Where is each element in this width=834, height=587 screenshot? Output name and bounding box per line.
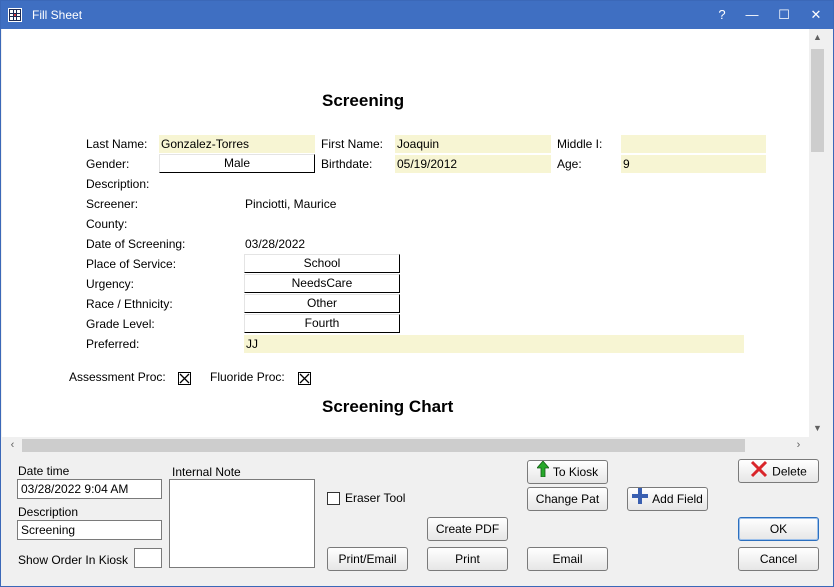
scroll-left-arrow-icon[interactable]: ‹ [4, 437, 21, 454]
assessment-proc-checkbox[interactable] [178, 372, 191, 385]
place-of-service-combo[interactable]: School [244, 254, 400, 273]
date-of-screening-value: 03/28/2022 [245, 237, 306, 251]
place-of-service-label: Place of Service: [86, 257, 177, 271]
description-input[interactable]: Screening [17, 520, 162, 540]
date-time-label: Date time [18, 464, 70, 478]
date-of-screening-label: Date of Screening: [86, 237, 186, 251]
ok-button[interactable]: OK [738, 517, 819, 541]
scroll-up-arrow-icon[interactable]: ▲ [809, 29, 826, 46]
description-bottom-label: Description [18, 505, 79, 519]
middle-initial-field[interactable] [621, 135, 766, 153]
race-ethnicity-label: Race / Ethnicity: [86, 297, 173, 311]
help-button[interactable]: ? [707, 1, 737, 29]
fluoride-proc-label: Fluoride Proc: [210, 370, 285, 384]
fill-sheet-window: Fill Sheet ? — ☐ ✕ Screening Last Name: … [0, 0, 834, 587]
sheet-heading: Screening [322, 91, 405, 110]
close-button[interactable]: ✕ [801, 1, 831, 29]
first-name-field[interactable]: Joaquin [395, 135, 551, 153]
screening-chart-heading: Screening Chart [322, 397, 454, 416]
scroll-right-arrow-icon[interactable]: › [790, 437, 807, 454]
maximize-button[interactable]: ☐ [769, 1, 799, 29]
middle-initial-label: Middle I: [557, 137, 603, 151]
up-arrow-icon [535, 460, 550, 484]
assessment-proc-label: Assessment Proc: [69, 370, 166, 384]
delete-button[interactable]: Delete [738, 459, 819, 483]
to-kiosk-button[interactable]: To Kiosk [527, 460, 608, 484]
show-order-label: Show Order In Kiosk [18, 553, 129, 567]
print-email-button[interactable]: Print/Email [327, 547, 408, 571]
first-name-label: First Name: [321, 137, 384, 151]
description-label: Description: [86, 177, 150, 191]
title-bar: Fill Sheet ? — ☐ ✕ [1, 1, 833, 29]
date-time-input[interactable]: 03/28/2022 9:04 AM [17, 479, 162, 499]
eraser-tool-checkbox[interactable] [327, 492, 340, 505]
add-field-label: Add Field [652, 492, 703, 506]
internal-note-textarea[interactable] [169, 479, 315, 568]
internal-note-label: Internal Note [172, 465, 241, 479]
county-label: County: [86, 217, 128, 231]
grade-level-label: Grade Level: [86, 317, 155, 331]
change-pat-button[interactable]: Change Pat [527, 487, 608, 511]
window-title: Fill Sheet [32, 8, 83, 22]
urgency-combo[interactable]: NeedsCare [244, 274, 400, 293]
urgency-label: Urgency: [86, 277, 135, 291]
gender-label: Gender: [86, 157, 130, 171]
race-ethnicity-combo[interactable]: Other [244, 294, 400, 313]
birthdate-label: Birthdate: [321, 157, 373, 171]
age-label: Age: [557, 157, 582, 171]
preferred-field[interactable]: JJ [244, 335, 744, 353]
print-button[interactable]: Print [427, 547, 508, 571]
horizontal-scroll-thumb[interactable] [22, 439, 745, 452]
birthdate-field[interactable]: 05/19/2012 [395, 155, 551, 173]
fluoride-proc-checkbox[interactable] [298, 372, 311, 385]
to-kiosk-label: To Kiosk [552, 465, 599, 479]
age-field[interactable]: 9 [621, 155, 766, 173]
screener-value: Pinciotti, Maurice [245, 197, 337, 211]
delete-label: Delete [772, 464, 807, 479]
minimize-button[interactable]: — [737, 1, 767, 29]
screener-label: Screener: [86, 197, 139, 211]
checked-x-icon [299, 373, 310, 384]
vertical-scrollbar[interactable]: ▲ ▼ [809, 29, 826, 437]
last-name-label: Last Name: [86, 137, 148, 151]
last-name-field[interactable]: Gonzalez-Torres [159, 135, 315, 153]
grade-level-combo[interactable]: Fourth [244, 314, 400, 333]
gender-combo[interactable]: Male [159, 154, 315, 173]
horizontal-scrollbar[interactable]: ‹ › [2, 437, 809, 454]
preferred-label: Preferred: [86, 337, 140, 351]
show-order-input[interactable] [134, 548, 162, 568]
scrollbar-corner [809, 437, 826, 454]
eraser-tool-label: Eraser Tool [345, 491, 406, 505]
vertical-scroll-thumb[interactable] [811, 49, 824, 152]
delete-x-icon [750, 460, 768, 485]
add-field-button[interactable]: Add Field [627, 487, 708, 511]
create-pdf-button[interactable]: Create PDF [427, 517, 508, 541]
plus-icon [632, 488, 649, 511]
grid-app-icon [8, 8, 22, 22]
sheet-canvas[interactable]: Screening Last Name: Gonzalez-Torres Fir… [2, 29, 810, 437]
email-button[interactable]: Email [527, 547, 608, 571]
scroll-down-arrow-icon[interactable]: ▼ [809, 420, 826, 437]
checked-x-icon [179, 373, 190, 384]
cancel-button[interactable]: Cancel [738, 547, 819, 571]
